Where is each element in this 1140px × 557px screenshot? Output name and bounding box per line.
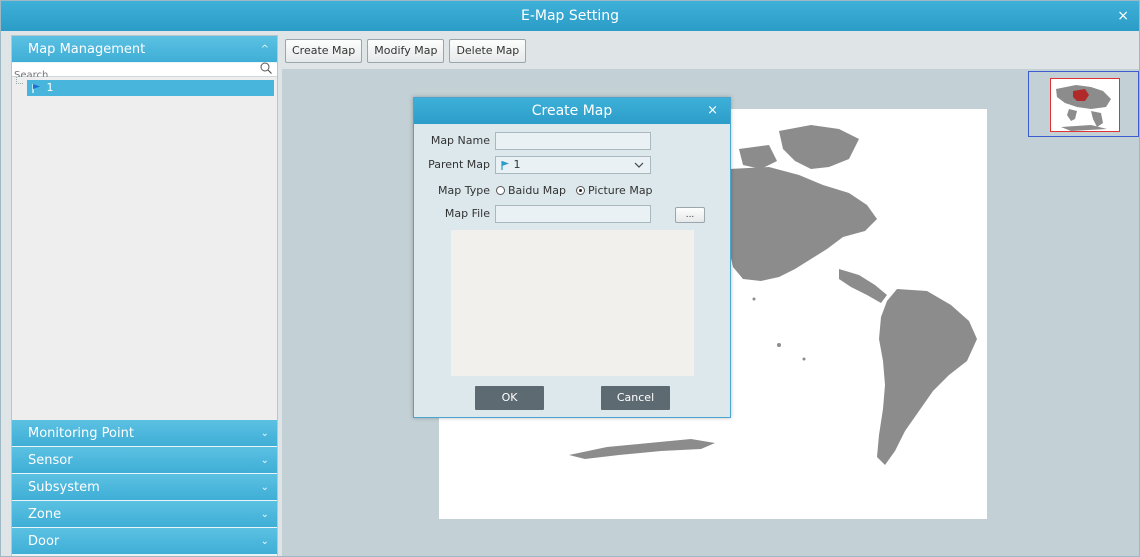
window-title: E-Map Setting	[520, 8, 620, 24]
cancel-button[interactable]: Cancel	[601, 386, 670, 410]
map-file-label: Map File	[444, 207, 490, 220]
radio-label: Baidu Map	[508, 184, 567, 197]
search-bar	[12, 62, 277, 82]
map-tree: 1	[12, 77, 277, 400]
search-icon[interactable]	[260, 62, 272, 74]
accordion-label: Subsystem	[28, 480, 100, 495]
accordion-label: Map Management	[28, 42, 146, 57]
chevron-down-icon: ⌄	[260, 509, 269, 520]
modify-map-button[interactable]: Modify Map	[367, 39, 445, 63]
close-dialog-icon[interactable]: ×	[707, 98, 718, 124]
title-bar: E-Map Setting ×	[1, 1, 1139, 31]
tree-item-label: 1	[46, 81, 54, 94]
tree-item-map-1[interactable]: 1	[27, 80, 274, 96]
map-flag-icon	[501, 161, 509, 170]
dialog-title: Create Map	[531, 103, 613, 119]
accordion-label: Door	[28, 534, 60, 549]
map-name-label: Map Name	[430, 134, 490, 147]
create-map-dialog: Create Map × Map Name Parent Map 1 Map T…	[413, 97, 731, 418]
map-overview[interactable]	[1028, 71, 1139, 137]
accordion-group: Monitoring Point ⌄ Sensor ⌄ Subsystem ⌄ …	[12, 420, 277, 555]
close-window-icon[interactable]: ×	[1117, 1, 1129, 31]
map-name-input[interactable]	[495, 132, 651, 150]
chevron-down-icon: ⌄	[260, 536, 269, 547]
overview-viewport[interactable]	[1050, 78, 1120, 132]
parent-map-value: 1	[513, 158, 521, 171]
accordion-zone[interactable]: Zone ⌄	[12, 501, 277, 528]
map-file-input[interactable]	[495, 205, 651, 223]
accordion-door[interactable]: Door ⌄	[12, 528, 277, 555]
radio-button-icon	[496, 186, 505, 195]
parent-map-label: Parent Map	[428, 158, 490, 171]
accordion-label: Zone	[28, 507, 62, 522]
radio-baidu-map[interactable]: Baidu Map	[496, 184, 566, 197]
ok-button[interactable]: OK	[475, 386, 544, 410]
map-flag-icon	[32, 84, 40, 93]
left-panel: Map Management ^ 1 Monitoring Point	[11, 35, 278, 556]
accordion-map-management[interactable]: Map Management ^	[12, 36, 277, 63]
emap-setting-window: E-Map Setting × Map Management ^ 1	[0, 0, 1140, 557]
radio-picture-map[interactable]: Picture Map	[576, 184, 653, 197]
accordion-monitoring-point[interactable]: Monitoring Point ⌄	[12, 420, 277, 447]
chevron-down-icon: ⌄	[260, 482, 269, 493]
accordion-sensor[interactable]: Sensor ⌄	[12, 447, 277, 474]
tree-connector	[16, 77, 23, 84]
accordion-label: Sensor	[28, 453, 73, 468]
map-toolbar: Create Map Modify Map Delete Map	[285, 39, 531, 63]
browse-button[interactable]: ...	[675, 207, 705, 223]
dialog-title-bar: Create Map ×	[414, 98, 730, 124]
accordion-label: Monitoring Point	[28, 426, 134, 441]
overview-thumbnail	[1056, 85, 1111, 131]
map-preview	[451, 230, 694, 376]
parent-map-select[interactable]: 1	[495, 156, 651, 174]
map-type-label: Map Type	[438, 184, 490, 197]
accordion-subsystem[interactable]: Subsystem ⌄	[12, 474, 277, 501]
radio-label: Picture Map	[588, 184, 653, 197]
delete-map-button[interactable]: Delete Map	[449, 39, 527, 63]
create-map-button[interactable]: Create Map	[285, 39, 363, 63]
radio-selected-icon	[576, 186, 585, 195]
chevron-down-icon: ⌄	[260, 455, 269, 466]
chevron-up-icon: ^	[260, 44, 269, 55]
chevron-down-icon: ⌄	[260, 428, 269, 439]
chevron-down-icon	[634, 162, 644, 168]
